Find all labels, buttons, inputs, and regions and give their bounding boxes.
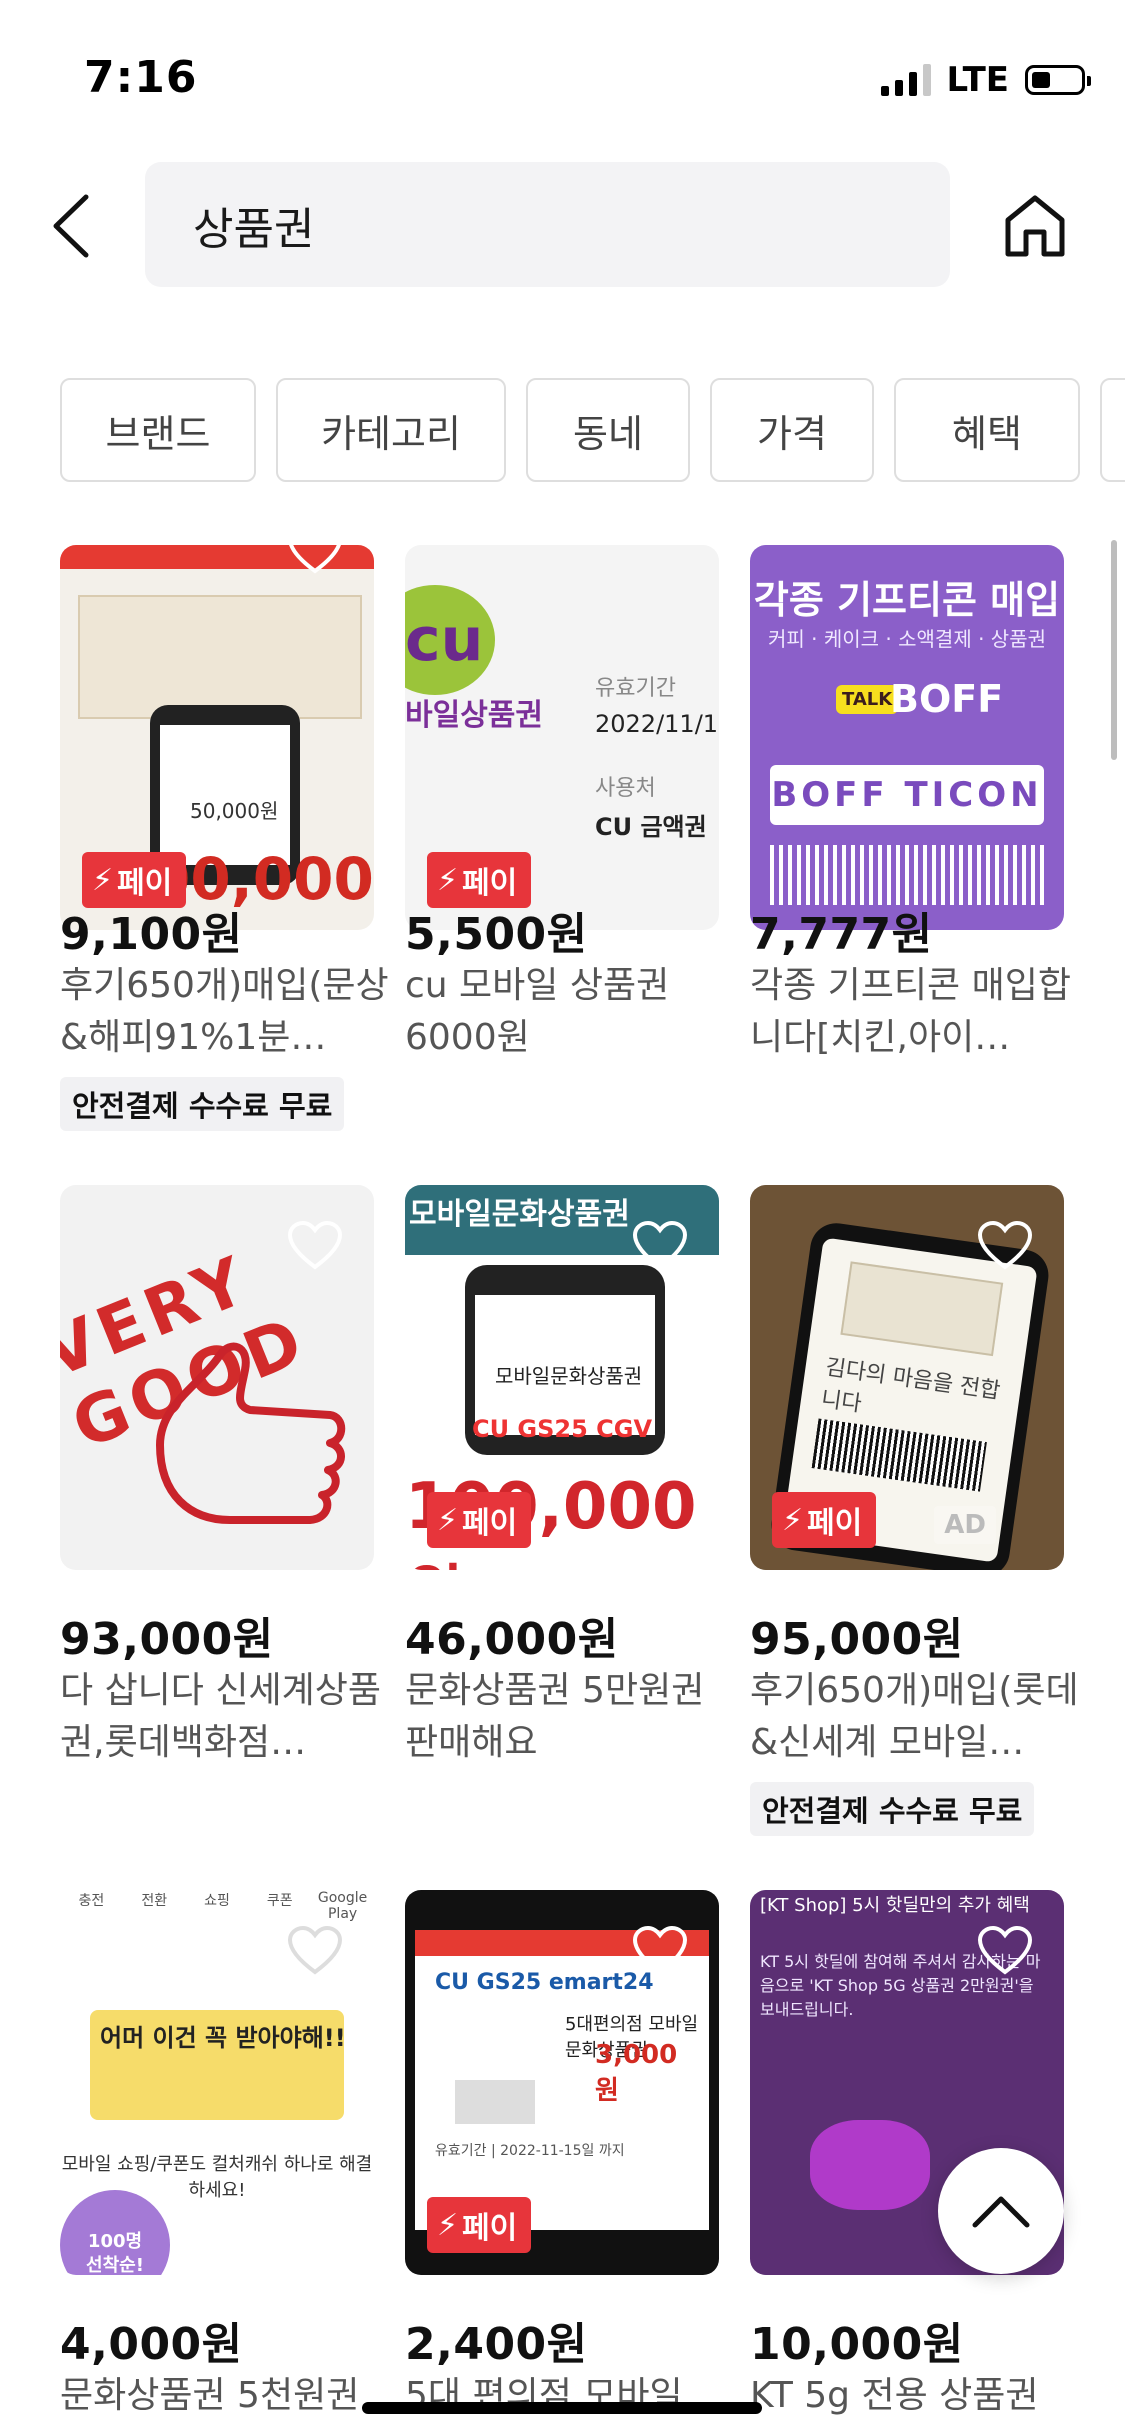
product-title: 다 삽니다 신세계상품권,롯데백화점… — [60, 1670, 381, 1763]
product-price: 10,000원 — [750, 2319, 964, 2370]
product-thumbnail: 충전 전환 쇼핑 쿠폰 Google Play 어머 이건 꼭 받아야해!! 모바일 쇼… — [60, 1890, 374, 2275]
home-indicator — [362, 2402, 762, 2414]
scrollbar[interactable] — [1111, 540, 1117, 760]
product-thumbnail: CU GS25 emart24 5대편의점 모바일문화상품권 3,000 원 유… — [405, 1890, 719, 2275]
heart-icon[interactable] — [286, 545, 344, 575]
safe-payment-badge: 안전결제 수수료 무료 — [60, 1077, 345, 1131]
filter-chip-brand[interactable]: 브랜드 — [60, 378, 256, 482]
heart-icon[interactable] — [976, 1924, 1034, 1976]
product-card[interactable]: 각종 기프티콘 매입 커피 · 케이크 · 소액결제 · 상품권 TALK BO… — [750, 545, 1064, 930]
filter-chip-more[interactable] — [1100, 378, 1125, 482]
status-indicators: LTE — [880, 60, 1091, 100]
product-thumbnail: 50,000원 00,000원 ⚡페이 — [60, 545, 374, 930]
product-title: 후기650개)매입(문상&해피91%1분… — [60, 965, 389, 1058]
product-price: 95,000원 — [750, 1614, 964, 1665]
product-card[interactable]: 모바일문화상품권 모바일문화상품권 CU GS25 CGV 100,000원 ⚡… — [405, 1185, 719, 1570]
heart-icon[interactable] — [631, 1924, 689, 1976]
heart-icon[interactable] — [631, 1219, 689, 1271]
pay-badge: ⚡ 페이 — [427, 1492, 532, 1548]
filter-chip-price[interactable]: 가격 — [710, 378, 874, 482]
search-input[interactable]: 상품권 — [145, 162, 950, 287]
product-card[interactable]: cu 바일상품권 유효기간 2022/11/14 사용처 CU 금액권 ⚡페이 — [405, 545, 719, 930]
product-card[interactable]: 충전 전환 쇼핑 쿠폰 Google Play 어머 이건 꼭 받아야해!! 모바일 쇼… — [60, 1890, 374, 2275]
product-thumbnail: 모바일문화상품권 모바일문화상품권 CU GS25 CGV 100,000원 ⚡… — [405, 1185, 719, 1570]
chevron-left-icon — [53, 194, 89, 258]
thumb-caption: BOFF TICON — [770, 765, 1044, 825]
product-card[interactable]: 50,000원 00,000원 ⚡페이 — [60, 545, 374, 930]
product-price: 5,500원 — [405, 909, 588, 960]
thumb-caption: 어머 이건 꼭 받아야해!! — [100, 2024, 346, 2052]
product-price: 2,400원 — [405, 2319, 588, 2370]
product-title: 후기650개)매입(롯데&신세계 모바일… — [750, 1670, 1079, 1763]
network-label: LTE — [946, 60, 1009, 100]
thumb-caption: CU 금액권 — [595, 813, 707, 841]
product-thumbnail: cu 바일상품권 유효기간 2022/11/14 사용처 CU 금액권 ⚡페이 — [405, 545, 719, 930]
product-price: 4,000원 — [60, 2319, 243, 2370]
product-title: 각종 기프티콘 매입합니다[치킨,아이… — [750, 965, 1071, 1058]
product-thumbnail: 각종 기프티콘 매입 커피 · 케이크 · 소액결제 · 상품권 TALK BO… — [750, 545, 1064, 930]
home-button[interactable] — [1000, 190, 1070, 260]
battery-icon — [1025, 65, 1091, 95]
filter-chip-benefit[interactable]: 혜택 — [894, 378, 1080, 482]
heart-icon[interactable] — [286, 1924, 344, 1976]
filter-chip-neighborhood[interactable]: 동네 — [526, 378, 690, 482]
filter-chip-category[interactable]: 카테고리 — [276, 378, 506, 482]
product-thumbnail: 김다의 마음을 전합니다 ⚡ 페이 AD — [750, 1185, 1064, 1570]
product-price: 7,777원 — [750, 909, 933, 960]
search-query-text: 상품권 — [193, 203, 315, 255]
thumb-caption: 3,000 원 — [595, 2040, 678, 2106]
filter-chip-bar: 브랜드 카테고리 동네 가격 혜택 — [60, 378, 1125, 482]
heart-icon[interactable] — [976, 1219, 1034, 1271]
pay-badge: ⚡ 페이 — [427, 2197, 532, 2253]
heart-icon[interactable] — [286, 1219, 344, 1271]
product-thumbnail: VERY GOOD — [60, 1185, 374, 1570]
product-price: 46,000원 — [405, 1614, 619, 1665]
pay-badge: ⚡ 페이 — [772, 1492, 877, 1548]
status-time: 7:16 — [84, 52, 198, 103]
product-price: 93,000원 — [60, 1614, 274, 1665]
product-card[interactable]: CU GS25 emart24 5대편의점 모바일문화상품권 3,000 원 유… — [405, 1890, 719, 2275]
ad-label: AD — [934, 1506, 996, 1544]
product-price: 9,100원 — [60, 909, 243, 960]
product-title: cu 모바일 상품권 6000원 — [405, 965, 670, 1058]
back-button[interactable] — [40, 186, 100, 266]
thumb-caption: [KT Shop] 5시 핫딜만의 추가 혜택 — [760, 1895, 1030, 1916]
chevron-up-icon — [972, 2196, 1030, 2228]
scroll-to-top-button[interactable] — [938, 2148, 1064, 2274]
thumbs-up-illustration — [156, 1342, 346, 1524]
product-title: 문화상품권 5만원권 판매해요 — [405, 1670, 705, 1763]
product-title: 문화상품권 5천원권 — [60, 2375, 360, 2416]
thumb-caption: 50,000원 — [190, 799, 279, 823]
safe-payment-badge: 안전결제 수수료 무료 — [750, 1782, 1035, 1836]
product-title: 5대 편의점 모바일 — [405, 2375, 683, 2416]
signal-icon — [880, 64, 931, 96]
product-title: KT 5g 전용 상품권 — [750, 2375, 1039, 2416]
product-card[interactable]: 김다의 마음을 전합니다 ⚡ 페이 AD — [750, 1185, 1064, 1570]
home-icon — [1005, 195, 1065, 257]
product-card[interactable]: VERY GOOD — [60, 1185, 374, 1570]
